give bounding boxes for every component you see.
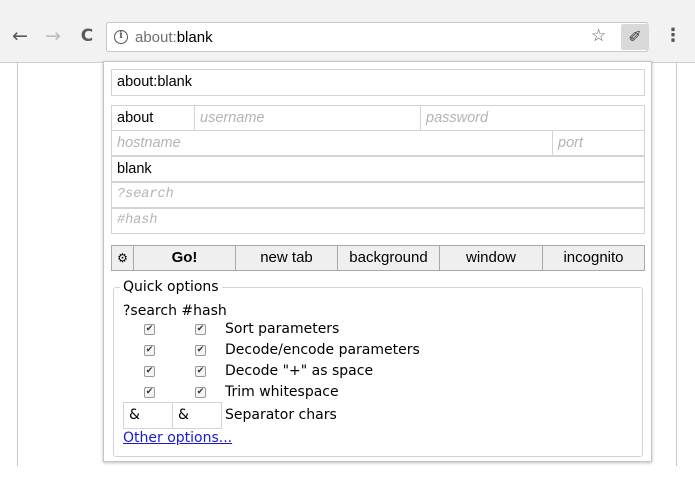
browser-toolbar: ← → C i about:blank ☆ ✐ ⋮ <box>0 0 695 63</box>
decode-plus-search-checkbox[interactable]: ✔ <box>144 366 155 377</box>
decode-encode-label: Decode/encode parameters <box>225 342 420 358</box>
separator-chars-label: Separator chars <box>225 407 337 423</box>
go-button[interactable]: Go! <box>133 245 236 271</box>
reload-icon[interactable]: C <box>77 24 97 48</box>
info-icon[interactable]: i <box>114 30 128 44</box>
search-separator-input[interactable]: & <box>123 402 173 429</box>
full-url-input[interactable]: about:blank <box>111 69 645 96</box>
url-scheme: about: <box>135 29 177 46</box>
sort-parameters-hash-checkbox[interactable]: ✔ <box>195 324 206 335</box>
trim-whitespace-label: Trim whitespace <box>225 384 339 400</box>
bookmark-star-icon[interactable]: ☆ <box>591 26 606 46</box>
back-arrow-icon[interactable]: ← <box>10 24 30 48</box>
browser-menu-icon[interactable]: ⋮ <box>664 25 682 47</box>
address-bar[interactable]: i about:blank ☆ ✐ <box>106 22 649 52</box>
decode-encode-search-checkbox[interactable]: ✔ <box>144 345 155 356</box>
password-input[interactable]: password <box>420 105 645 131</box>
new-tab-button[interactable]: new tab <box>235 245 338 271</box>
sort-parameters-label: Sort parameters <box>225 321 340 337</box>
quick-options-column-header: ?search #hash <box>123 303 227 319</box>
other-options-link[interactable]: Other options... <box>123 429 232 447</box>
decode-encode-hash-checkbox[interactable]: ✔ <box>195 345 206 356</box>
hostname-input[interactable]: hostname <box>111 130 553 156</box>
page-edge-right <box>676 62 677 466</box>
extension-icon[interactable]: ✐ <box>621 24 649 50</box>
background-button[interactable]: background <box>337 245 440 271</box>
window-button[interactable]: window <box>439 245 543 271</box>
decode-plus-hash-checkbox[interactable]: ✔ <box>195 366 206 377</box>
scheme-input[interactable]: about <box>111 105 195 131</box>
port-input[interactable]: port <box>552 130 645 156</box>
search-input[interactable]: ?search <box>111 182 645 208</box>
trim-whitespace-search-checkbox[interactable]: ✔ <box>144 387 155 398</box>
hash-input[interactable]: #hash <box>111 208 645 234</box>
decode-plus-label: Decode "+" as space <box>225 363 374 379</box>
incognito-button[interactable]: incognito <box>542 245 645 271</box>
username-input[interactable]: username <box>194 105 421 131</box>
trim-whitespace-hash-checkbox[interactable]: ✔ <box>195 387 206 398</box>
address-bar-url: about:blank <box>135 29 213 46</box>
quick-options-legend: Quick options <box>120 278 222 296</box>
path-input[interactable]: blank <box>111 156 645 182</box>
forward-arrow-icon[interactable]: → <box>43 24 63 48</box>
sort-parameters-search-checkbox[interactable]: ✔ <box>144 324 155 335</box>
url-editor-popup: about:blank about username password host… <box>103 61 652 462</box>
settings-gear-icon[interactable]: ⚙ <box>111 245 134 271</box>
page-edge-left <box>17 62 18 466</box>
url-host: blank <box>176 29 213 46</box>
hash-separator-input[interactable]: & <box>172 402 222 429</box>
